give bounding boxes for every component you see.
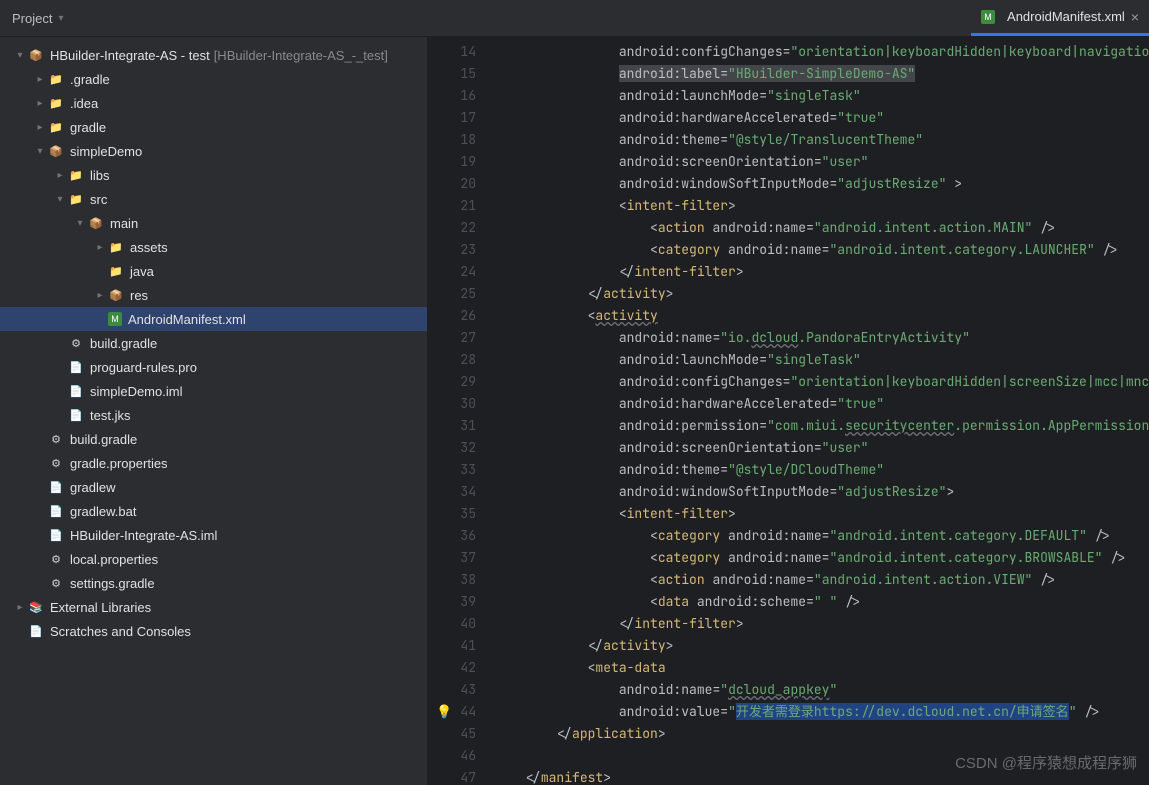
tree-item[interactable]: ▾📦 main [0, 211, 427, 235]
code-content[interactable]: android:configChanges="orientation|keybo… [494, 37, 1149, 785]
chevron-down-icon[interactable]: ▾ [12, 50, 28, 61]
tree-label: res [130, 288, 148, 303]
file-icon: 📄 [68, 359, 84, 375]
tree-item[interactable]: ⚙ gradle.properties [0, 451, 427, 475]
code-editor[interactable]: 1415161718192021222324252627282930313233… [428, 37, 1149, 785]
mod-icon: 📦 [88, 215, 104, 231]
tree-item[interactable]: ▸📁 .idea [0, 91, 427, 115]
editor-tab[interactable]: M AndroidManifest.xml × [971, 0, 1149, 36]
chevron-right-icon[interactable]: ▸ [32, 98, 48, 109]
tree-label: gradlew.bat [70, 504, 137, 519]
close-icon[interactable]: × [1131, 9, 1139, 25]
file-icon: 📄 [68, 407, 84, 423]
folder-icon: 📁 [48, 95, 64, 111]
folder-icon: 📁 [68, 191, 84, 207]
tree-item[interactable]: ▸📚 External Libraries [0, 595, 427, 619]
tree-label: simpleDemo.iml [90, 384, 182, 399]
chevron-right-icon[interactable]: ▸ [52, 170, 68, 181]
tree-label: java [130, 264, 154, 279]
tree-item[interactable]: ▾📦 simpleDemo [0, 139, 427, 163]
tree-item[interactable]: 📄 gradlew [0, 475, 427, 499]
tree-item[interactable]: 📄 simpleDemo.iml [0, 379, 427, 403]
manifest-icon: M [981, 10, 995, 24]
tree-item[interactable]: ▸📁 gradle [0, 115, 427, 139]
project-dropdown[interactable]: Project ▾ [0, 0, 76, 36]
tree-item[interactable]: ⚙ build.gradle [0, 331, 427, 355]
tree-label: External Libraries [50, 600, 151, 615]
tree-label: assets [130, 240, 168, 255]
tree-label: AndroidManifest.xml [128, 312, 246, 327]
tree-item[interactable]: ▸📁 .gradle [0, 67, 427, 91]
tree-label: gradle [70, 120, 106, 135]
file-icon: 📄 [48, 479, 64, 495]
tree-label: HBuilder-Integrate-AS.iml [70, 528, 217, 543]
folder-icon: 📁 [108, 263, 124, 279]
tree-item[interactable]: ▾📦 HBuilder-Integrate-AS - test [HBuilder-… [0, 43, 427, 67]
line-gutter: 1415161718192021222324252627282930313233… [428, 37, 494, 785]
tree-item[interactable]: 📄 proguard-rules.pro [0, 355, 427, 379]
tree-label: build.gradle [90, 336, 157, 351]
folder-icon: 📁 [68, 167, 84, 183]
folder-icon: 📁 [108, 239, 124, 255]
tree-item[interactable]: ⚙ settings.gradle [0, 571, 427, 595]
folder-icon: 📁 [48, 119, 64, 135]
tree-suffix: [HBuilder-Integrate-AS_-_test] [214, 48, 388, 63]
chevron-right-icon[interactable]: ▸ [12, 602, 28, 613]
tree-item[interactable]: ▸📁 libs [0, 163, 427, 187]
tree-label: .idea [70, 96, 98, 111]
mod-icon: 📦 [28, 47, 44, 63]
project-label: Project [12, 11, 52, 26]
tree-label: settings.gradle [70, 576, 155, 591]
chevron-right-icon[interactable]: ▸ [32, 74, 48, 85]
chevron-down-icon[interactable]: ▾ [72, 218, 88, 229]
mod-icon: 📦 [108, 287, 124, 303]
tree-label: main [110, 216, 138, 231]
tree-item[interactable]: ▸📦 res [0, 283, 427, 307]
tree-label: gradlew [70, 480, 116, 495]
chevron-right-icon[interactable]: ▸ [32, 122, 48, 133]
tree-item[interactable]: ▸📁 assets [0, 235, 427, 259]
tree-label: simpleDemo [70, 144, 142, 159]
tree-label: HBuilder-Integrate-AS - test [50, 48, 210, 63]
chevron-down-icon: ▾ [58, 13, 63, 24]
tree-label: build.gradle [70, 432, 137, 447]
tree-label: gradle.properties [70, 456, 168, 471]
folder-icon: 📁 [48, 71, 64, 87]
lib-icon: 📚 [28, 599, 44, 615]
file-icon: 📄 [48, 503, 64, 519]
gradle-icon: ⚙ [48, 455, 64, 471]
tree-label: .gradle [70, 72, 110, 87]
tree-item[interactable]: ⚙ local.properties [0, 547, 427, 571]
tree-item[interactable]: 📄 test.jks [0, 403, 427, 427]
gradle-icon: ⚙ [48, 551, 64, 567]
chevron-down-icon[interactable]: ▾ [52, 194, 68, 205]
file-icon: 📄 [28, 623, 44, 639]
gradle-icon: ⚙ [48, 431, 64, 447]
tree-label: local.properties [70, 552, 158, 567]
tree-item[interactable]: ⚙ build.gradle [0, 427, 427, 451]
tree-label: src [90, 192, 107, 207]
file-icon: 📄 [68, 383, 84, 399]
tree-item[interactable]: 📄 HBuilder-Integrate-AS.iml [0, 523, 427, 547]
tree-label: test.jks [90, 408, 130, 423]
watermark: CSDN @程序猿想成程序狮 [955, 752, 1137, 773]
chevron-right-icon[interactable]: ▸ [92, 290, 108, 301]
tree-item[interactable]: 📄 gradlew.bat [0, 499, 427, 523]
tree-item[interactable]: ▾📁 src [0, 187, 427, 211]
file-icon: 📄 [48, 527, 64, 543]
chevron-right-icon[interactable]: ▸ [92, 242, 108, 253]
tab-label: AndroidManifest.xml [1007, 9, 1125, 24]
m-icon: M [108, 312, 122, 326]
project-tree[interactable]: ▾📦HBuilder-Integrate-AS - test[HBuilder-… [0, 37, 428, 785]
tree-item[interactable]: 📁 java [0, 259, 427, 283]
chevron-down-icon[interactable]: ▾ [32, 146, 48, 157]
gradle-icon: ⚙ [48, 575, 64, 591]
mod-icon: 📦 [48, 143, 64, 159]
tree-item[interactable]: M AndroidManifest.xml [0, 307, 427, 331]
tree-item[interactable]: 📄 Scratches and Consoles [0, 619, 427, 643]
tree-label: libs [90, 168, 110, 183]
tree-label: Scratches and Consoles [50, 624, 191, 639]
gradle-icon: ⚙ [68, 335, 84, 351]
tree-label: proguard-rules.pro [90, 360, 197, 375]
